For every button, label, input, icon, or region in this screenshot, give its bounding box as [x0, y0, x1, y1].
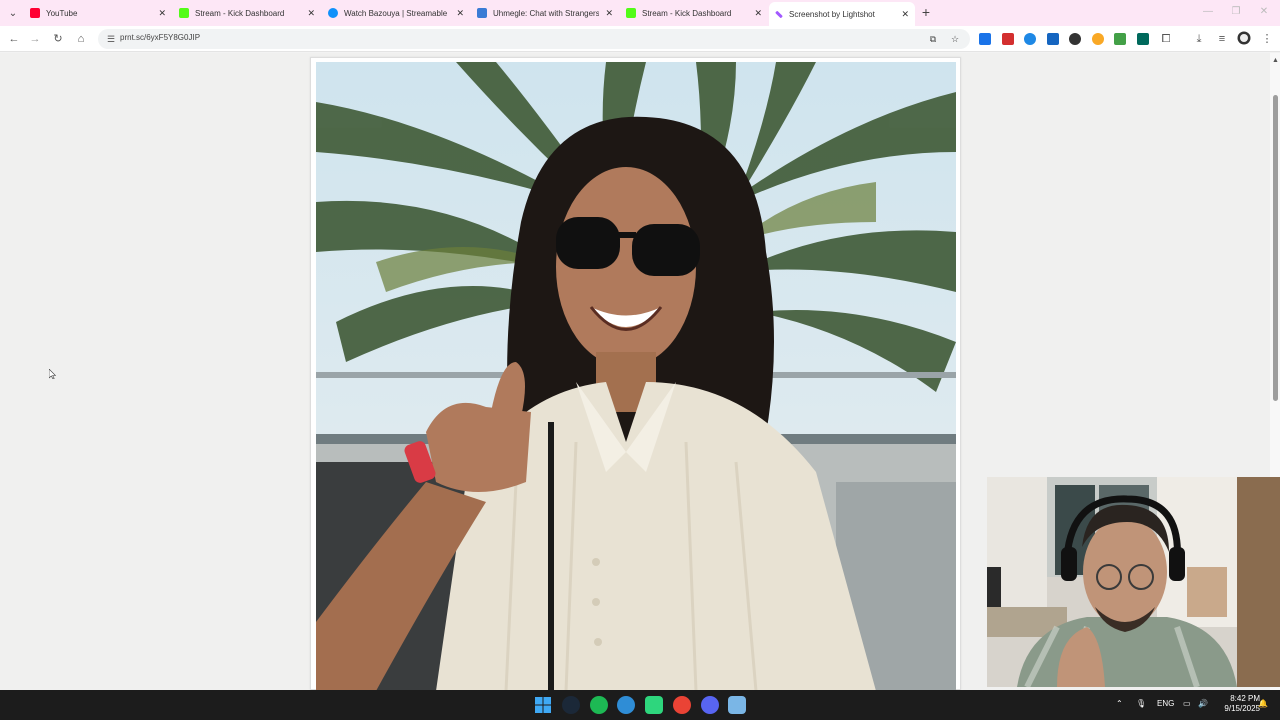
discord-icon[interactable]: [701, 696, 719, 714]
edge-icon[interactable]: [617, 696, 635, 714]
browser-toolbar: ← → ↻ ⌂ ☰ prnt.sc/6yxF5Y8G0JIP ⧉ ☆ ⧠ ⤓ ≡…: [0, 26, 1280, 52]
downloads-icon[interactable]: ⤓: [1191, 31, 1207, 47]
extension-icon[interactable]: [1069, 33, 1081, 45]
system-clock[interactable]: 8:42 PM 9/15/2025: [1212, 694, 1260, 714]
notepad-icon[interactable]: [728, 696, 746, 714]
new-tab-plus-icon[interactable]: +: [918, 4, 934, 20]
extension-icon[interactable]: [1024, 33, 1036, 45]
volume-icon[interactable]: 🔊: [1198, 699, 1208, 708]
mouse-cursor-icon: [49, 369, 56, 379]
url-text[interactable]: prnt.sc/6yxF5Y8G0JIP: [120, 33, 200, 42]
kick-favicon: [179, 8, 189, 18]
tab-close-icon[interactable]: ✕: [456, 8, 464, 19]
tab-title: Stream - Kick Dashboard: [195, 8, 285, 18]
youtube-favicon: [30, 8, 40, 18]
extension-icon[interactable]: [1047, 33, 1059, 45]
windows-start-icon[interactable]: [534, 696, 552, 714]
media-icon[interactable]: ≡: [1214, 31, 1230, 47]
lightshot-favicon: [775, 10, 783, 18]
tab-close-icon[interactable]: ✕: [158, 8, 166, 19]
windows-taskbar: ⌃ 🎙 ENG ▭ 🔊 8:42 PM 9/15/2025 🔔: [0, 690, 1280, 720]
menu-kebab-icon[interactable]: ⋮: [1259, 31, 1275, 47]
tab-title: Stream - Kick Dashboard: [642, 8, 732, 18]
extension-icon[interactable]: [1002, 33, 1014, 45]
extension-icon[interactable]: [1137, 33, 1149, 45]
webcam-overlay: [987, 477, 1280, 687]
address-bar[interactable]: ☰ prnt.sc/6yxF5Y8G0JIP ⧉ ☆: [98, 29, 970, 49]
scrollbar-thumb[interactable]: [1273, 95, 1278, 401]
clock-date: 9/15/2025: [1224, 704, 1260, 713]
tab-kick-dashboard-2[interactable]: Stream - Kick Dashboard ✕: [620, 3, 768, 23]
tab-search-chevron-icon[interactable]: ⌄: [4, 4, 22, 22]
tab-title: Uhmegle: Chat with Strangers!: [493, 8, 600, 18]
site-info-icon[interactable]: ☰: [104, 32, 118, 46]
extension-icon[interactable]: [1114, 33, 1126, 45]
tray-chevron-up-icon[interactable]: ⌃: [1116, 699, 1123, 708]
steam-icon[interactable]: [562, 696, 580, 714]
tab-title: YouTube: [46, 8, 78, 18]
profile-icon[interactable]: [1236, 31, 1252, 47]
close-window-icon[interactable]: ✕: [1256, 4, 1272, 20]
extension-icon[interactable]: [979, 33, 991, 45]
tab-lightshot[interactable]: Screenshot by Lightshot ✕: [769, 2, 915, 26]
tab-youtube[interactable]: YouTube ✕: [24, 3, 172, 23]
microphone-icon[interactable]: 🎙: [1136, 699, 1146, 708]
minimize-icon[interactable]: —: [1200, 4, 1216, 20]
clock-time: 8:42 PM: [1230, 694, 1260, 703]
tab-close-icon[interactable]: ✕: [754, 8, 762, 19]
extension-icon[interactable]: [1092, 33, 1104, 45]
tab-uhmegle[interactable]: Uhmegle: Chat with Strangers! ✕: [471, 3, 619, 23]
streamable-favicon: [328, 8, 338, 18]
chrome-icon[interactable]: [673, 696, 691, 714]
star-icon[interactable]: ☆: [948, 32, 962, 46]
tab-kick-dashboard[interactable]: Stream - Kick Dashboard ✕: [173, 3, 321, 23]
back-icon[interactable]: ←: [6, 31, 22, 47]
maximize-icon[interactable]: ❐: [1228, 4, 1244, 20]
obs-icon[interactable]: [645, 696, 663, 714]
install-icon[interactable]: ⧉: [926, 32, 940, 46]
network-icon[interactable]: ▭: [1183, 699, 1191, 708]
tab-close-icon[interactable]: ✕: [901, 9, 909, 20]
browser-tab-strip: ⌄ YouTube ✕ Stream - Kick Dashboard ✕ Wa…: [0, 0, 1280, 26]
kick-favicon: [626, 8, 636, 18]
scroll-up-arrow-icon[interactable]: ▲: [1272, 57, 1279, 64]
home-icon[interactable]: ⌂: [73, 31, 89, 47]
spotify-icon[interactable]: [590, 696, 608, 714]
tab-close-icon[interactable]: ✕: [605, 8, 613, 19]
forward-icon[interactable]: →: [27, 31, 43, 47]
tab-title: Screenshot by Lightshot: [789, 9, 875, 19]
tab-close-icon[interactable]: ✕: [307, 8, 315, 19]
tab-streamable[interactable]: Watch Bazouya | Streamable ✕: [322, 3, 470, 23]
screenshot-image-frame: [310, 57, 961, 691]
uhmegle-favicon: [477, 8, 487, 18]
language-indicator[interactable]: ENG: [1157, 699, 1174, 708]
tab-title: Watch Bazouya | Streamable: [344, 8, 448, 18]
screenshot-image[interactable]: [316, 62, 956, 691]
notification-icon[interactable]: 🔔: [1258, 699, 1268, 708]
reload-icon[interactable]: ↻: [50, 31, 66, 47]
extensions-puzzle-icon[interactable]: ⧠: [1158, 31, 1174, 47]
